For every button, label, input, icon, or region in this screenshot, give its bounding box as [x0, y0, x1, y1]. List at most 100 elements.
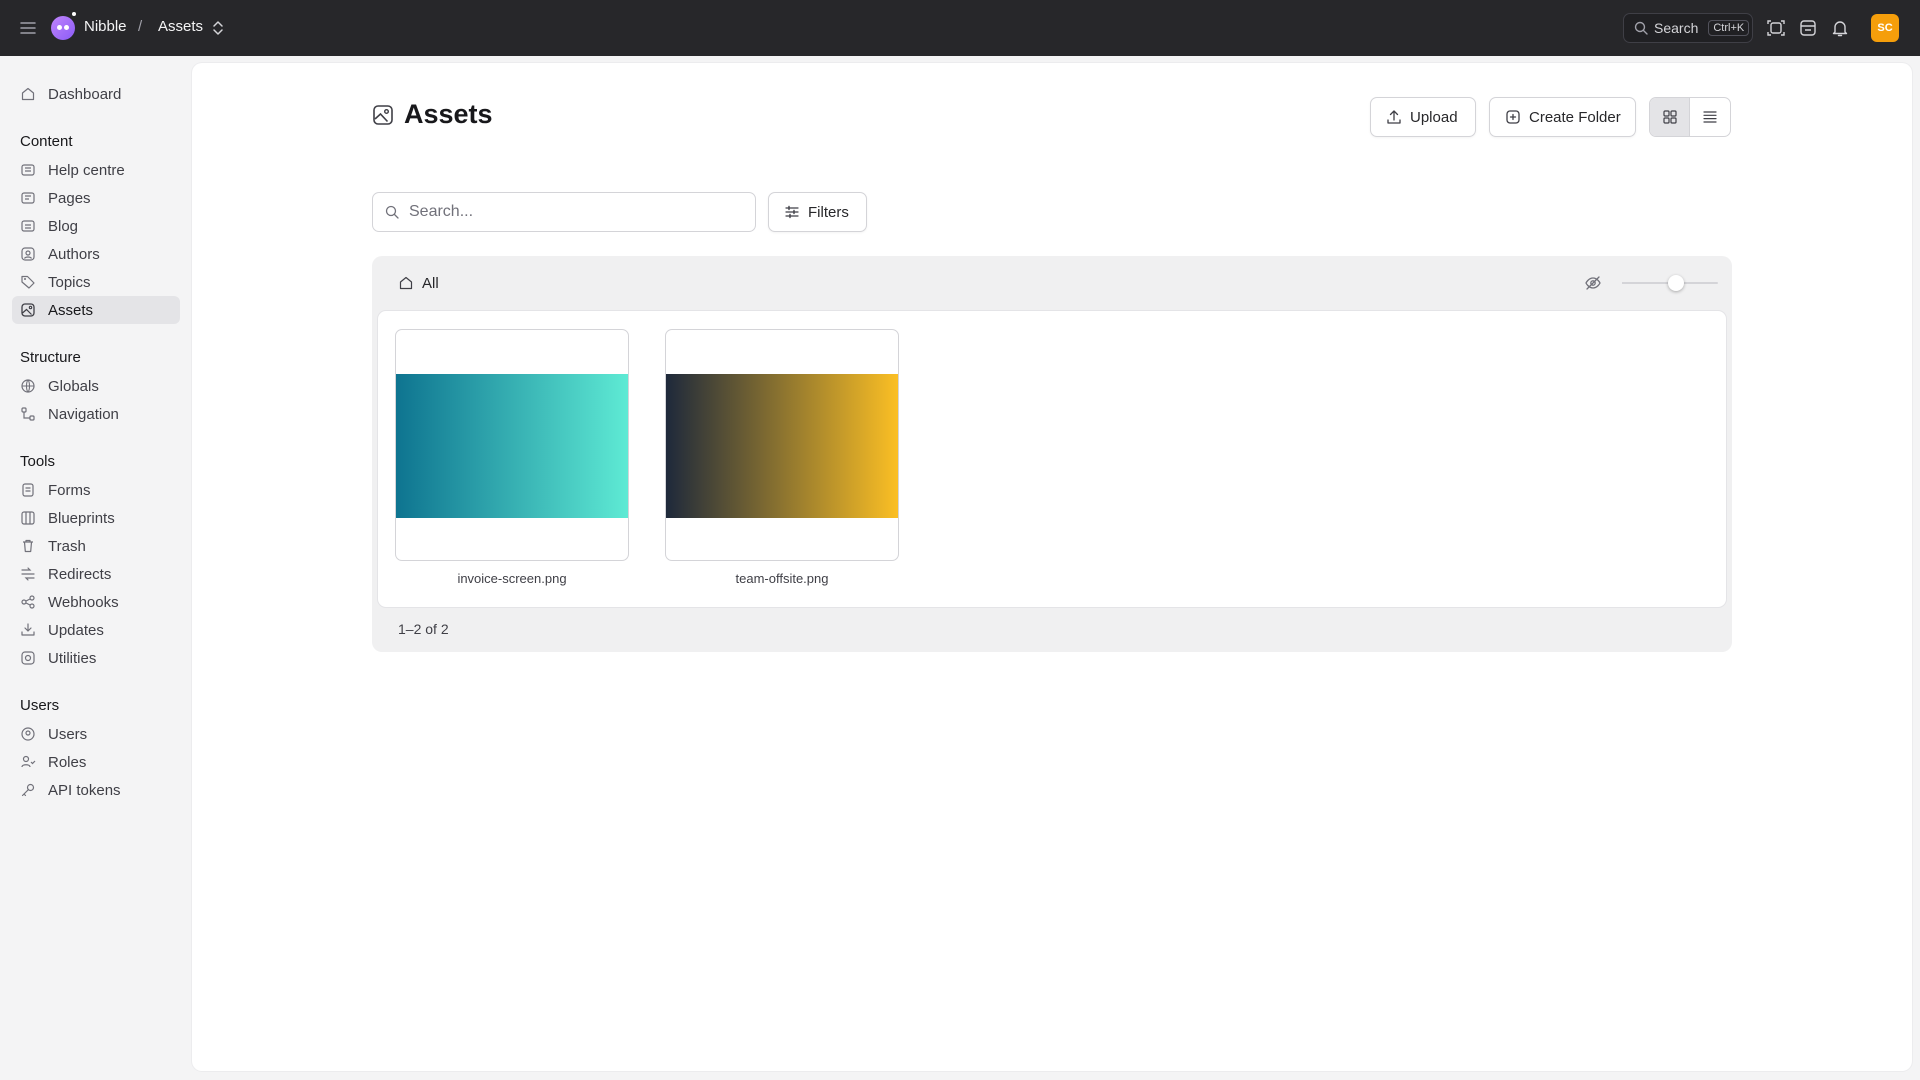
page-header: Assets [372, 99, 493, 130]
folder-breadcrumb-root[interactable]: All [422, 275, 439, 292]
sidebar-item-trash[interactable]: Trash [12, 532, 180, 560]
sidebar-item-globals[interactable]: Globals [12, 372, 180, 400]
thumbnail-size-slider[interactable] [1622, 275, 1718, 291]
page-title: Assets [404, 99, 493, 129]
inbox-icon[interactable] [1798, 18, 1818, 38]
share-nodes-icon [20, 594, 36, 610]
view-mode-toggle [1649, 97, 1731, 137]
sidebar-item-label: Trash [48, 537, 86, 555]
asset-thumbnail-frame [395, 329, 629, 561]
sidebar-item-users[interactable]: Users [12, 720, 180, 748]
sidebar-item-label: Authors [48, 245, 100, 263]
asset-search-field [372, 192, 756, 232]
tag-icon [20, 274, 36, 290]
asset-thumbnail-frame [665, 329, 899, 561]
sidebar-item-forms[interactable]: Forms [12, 476, 180, 504]
menu-icon[interactable] [18, 18, 38, 38]
list-icon [1702, 109, 1718, 125]
utility-icon [20, 650, 36, 666]
sidebar-item-authors[interactable]: Authors [12, 240, 180, 268]
sidebar-item-label: Blueprints [48, 509, 115, 527]
global-search-button[interactable]: Search Ctrl+K [1623, 13, 1753, 43]
sidebar-item-label: Users [48, 725, 88, 743]
section-title-tools: Tools [20, 453, 56, 470]
section-title-content: Content [20, 133, 73, 150]
sidebar-item-label: Pages [48, 189, 91, 207]
filters-button[interactable]: Filters [768, 192, 867, 232]
redirect-icon [20, 566, 36, 582]
create-folder-button[interactable]: Create Folder [1489, 97, 1636, 137]
top-bar: Nibble / Assets Search Ctrl+K SC [0, 0, 1920, 56]
sidebar-item-label: Forms [48, 481, 91, 499]
sliders-icon [784, 204, 800, 220]
site-name[interactable]: Nibble [84, 18, 127, 35]
sidebar-item-label: Utilities [48, 649, 97, 667]
screen-capture-icon[interactable] [1766, 18, 1786, 38]
sidebar-item-label: Blog [48, 217, 79, 235]
asset-card[interactable]: invoice-screen.png [395, 329, 629, 586]
hierarchy-icon [20, 406, 36, 422]
upload-label: Upload [1410, 108, 1458, 126]
list-view-button[interactable] [1690, 98, 1730, 136]
download-tray-icon [20, 622, 36, 638]
sidebar-item-updates[interactable]: Updates [12, 616, 180, 644]
sidebar-item-label: Dashboard [48, 85, 122, 103]
sidebar-item-help-centre[interactable]: Help centre [12, 156, 180, 184]
bell-icon[interactable] [1830, 18, 1850, 38]
image-icon [372, 104, 394, 126]
user-avatar[interactable]: SC [1871, 14, 1899, 42]
filters-label: Filters [808, 203, 849, 221]
form-icon [20, 482, 36, 498]
sidebar-item-blueprints[interactable]: Blueprints [12, 504, 180, 532]
upload-button[interactable]: Upload [1370, 97, 1476, 137]
sidebar-item-label: Redirects [48, 565, 112, 583]
sidebar-item-label: API tokens [48, 781, 121, 799]
eye-off-icon[interactable] [1584, 274, 1602, 292]
role-icon [20, 754, 36, 770]
columns-icon [20, 510, 36, 526]
sidebar-item-roles[interactable]: Roles [12, 748, 180, 776]
sidebar-item-redirects[interactable]: Redirects [12, 560, 180, 588]
global-search-label: Search [1654, 20, 1699, 36]
pages-icon [20, 190, 36, 206]
sidebar: Dashboard Content Help centre Pages Blog… [0, 56, 192, 1080]
breadcrumb-current[interactable]: Assets [158, 18, 203, 35]
asset-thumbnail [396, 374, 628, 518]
home-icon[interactable] [398, 275, 414, 291]
asset-thumbnail [666, 374, 898, 518]
user-circle-icon [20, 246, 36, 262]
sidebar-item-api-tokens[interactable]: API tokens [12, 776, 180, 804]
main-panel: Assets Upload Create Folder Filters All [192, 63, 1912, 1071]
users-icon [20, 726, 36, 742]
asset-browser: All invoice-screen.png team-offsite.png [372, 256, 1732, 652]
sidebar-item-label: Updates [48, 621, 104, 639]
grid-icon [1662, 109, 1678, 125]
sidebar-item-dashboard[interactable]: Dashboard [12, 80, 180, 108]
asset-browser-header: All [372, 256, 1732, 310]
asset-card[interactable]: team-offsite.png [665, 329, 899, 586]
grid-view-button[interactable] [1650, 98, 1691, 136]
sidebar-item-label: Webhooks [48, 593, 119, 611]
search-icon [385, 205, 399, 219]
keyboard-shortcut: Ctrl+K [1708, 20, 1750, 36]
slider-thumb[interactable] [1668, 275, 1685, 291]
sidebar-item-utilities[interactable]: Utilities [12, 644, 180, 672]
sidebar-item-blog[interactable]: Blog [12, 212, 180, 240]
sidebar-item-label: Roles [48, 753, 87, 771]
sidebar-item-webhooks[interactable]: Webhooks [12, 588, 180, 616]
key-icon [20, 782, 36, 798]
sidebar-item-label: Help centre [48, 161, 125, 179]
chevron-up-down-icon[interactable] [211, 19, 225, 37]
sidebar-item-assets[interactable]: Assets [12, 296, 180, 324]
sidebar-item-navigation[interactable]: Navigation [12, 400, 180, 428]
sidebar-item-label: Assets [48, 301, 94, 319]
asset-search-input[interactable] [409, 203, 739, 221]
trash-icon [20, 538, 36, 554]
globe-icon [20, 378, 36, 394]
sidebar-item-pages[interactable]: Pages [12, 184, 180, 212]
sidebar-item-label: Globals [48, 377, 99, 395]
site-logo[interactable] [51, 16, 75, 40]
sidebar-item-topics[interactable]: Topics [12, 268, 180, 296]
sidebar-item-label: Topics [48, 273, 91, 291]
sidebar-item-label: Navigation [48, 405, 119, 423]
